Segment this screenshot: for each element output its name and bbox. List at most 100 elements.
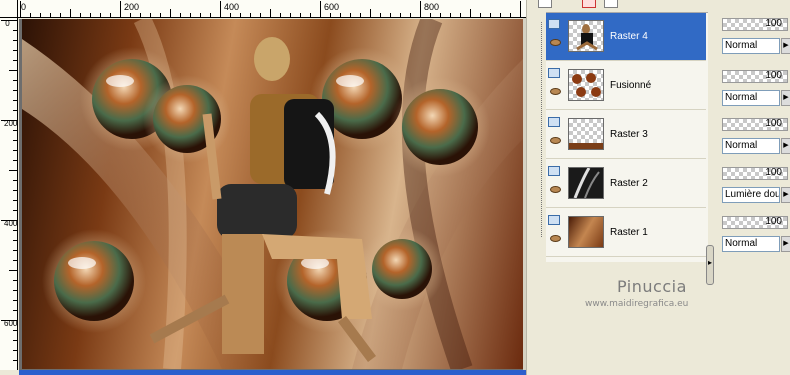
ruler-tick	[13, 340, 17, 341]
chevron-right-icon[interactable]: ▶	[781, 38, 790, 54]
vertical-ruler: 0 200 400 600	[0, 18, 18, 370]
ruler-tick	[350, 13, 351, 17]
ruler-tick	[140, 13, 141, 17]
canvas-artwork[interactable]	[22, 19, 523, 369]
ruler-label: 0	[21, 2, 27, 12]
ruler-tick	[280, 13, 281, 17]
ruler-tick	[240, 13, 241, 17]
blend-mode-select[interactable]: Normal	[722, 236, 780, 252]
layer-visibility-icon[interactable]	[548, 117, 560, 127]
psp-workspace: 0 200 400 600 800 0 200 400 600 Raster 4…	[0, 0, 790, 375]
ruler-tick	[13, 190, 17, 191]
layer-visibility-icon[interactable]	[548, 68, 560, 78]
new-layer-icon[interactable]	[538, 0, 552, 8]
layer-name: Raster 2	[610, 178, 648, 189]
ruler-tick	[270, 9, 271, 17]
eye-icon[interactable]	[550, 137, 561, 144]
ruler-label: 200	[4, 119, 18, 128]
chevron-right-icon[interactable]: ▶	[781, 138, 790, 154]
ruler-tick	[13, 210, 17, 211]
watermark-url: www.maidiregrafica.eu	[585, 299, 689, 309]
ruler-tick	[30, 13, 31, 17]
ruler-tick	[9, 270, 17, 271]
ruler-tick	[230, 13, 231, 17]
ruler-tick	[1, 120, 17, 121]
layer-thumbnail	[568, 118, 604, 150]
ruler-tick	[13, 240, 17, 241]
ruler-tick	[40, 13, 41, 17]
layer-properties: 100 Normal ▶	[720, 68, 790, 110]
chevron-right-icon[interactable]: ▶	[781, 90, 790, 106]
ruler-tick	[110, 13, 111, 17]
canvas-horizontal-scrollbar[interactable]	[19, 370, 526, 375]
delete-layer-icon[interactable]	[582, 0, 596, 8]
opacity-value: 100	[765, 18, 782, 29]
ruler-tick	[9, 170, 17, 171]
ruler-tick	[13, 130, 17, 131]
ruler-tick	[200, 13, 201, 17]
eye-icon[interactable]	[550, 88, 561, 95]
layer-row-fusionne[interactable]: Fusionné	[546, 62, 706, 110]
ruler-tick	[360, 13, 361, 17]
collage-image	[22, 19, 523, 369]
ruler-tick	[190, 13, 191, 17]
layer-visibility-icon[interactable]	[548, 166, 560, 176]
ruler-tick	[300, 13, 301, 17]
ruler-tick	[13, 160, 17, 161]
ruler-tick	[13, 280, 17, 281]
ruler-tick	[90, 13, 91, 17]
ruler-tick	[1, 20, 17, 21]
layer-thumbnail	[568, 216, 604, 248]
opacity-value: 100	[765, 167, 782, 178]
blend-mode-select[interactable]: Normal	[722, 38, 780, 54]
ruler-tick	[13, 30, 17, 31]
ruler-tick	[13, 40, 17, 41]
blend-mode-select[interactable]: Normal	[722, 90, 780, 106]
horizontal-ruler: 0 200 400 600 800	[0, 0, 526, 18]
blend-mode-select[interactable]: Normal	[722, 138, 780, 154]
ruler-tick	[470, 9, 471, 17]
layer-row-raster-2[interactable]: Raster 2	[546, 160, 706, 208]
ruler-tick	[490, 13, 491, 17]
edit-icon[interactable]	[604, 0, 618, 8]
eye-icon[interactable]	[550, 235, 561, 242]
ruler-tick	[13, 90, 17, 91]
opacity-value: 100	[765, 70, 782, 81]
layer-properties: 100 Normal ▶	[720, 214, 790, 256]
ruler-tick	[380, 13, 381, 17]
layer-name: Raster 4	[610, 31, 648, 42]
ruler-tick	[13, 100, 17, 101]
layer-name: Raster 3	[610, 129, 648, 140]
ruler-tick	[13, 140, 17, 141]
ruler-tick	[13, 150, 17, 151]
ruler-tick	[13, 290, 17, 291]
panel-expand-handle[interactable]	[706, 245, 714, 285]
chevron-right-icon[interactable]: ▶	[781, 187, 790, 203]
chevron-right-icon[interactable]: ▶	[781, 236, 790, 252]
layers-list: Raster 4 Fusionné Raster 3 Raster 2 Rast…	[546, 12, 708, 262]
layer-visibility-icon[interactable]	[548, 215, 560, 225]
ruler-label: 600	[324, 2, 340, 12]
eye-icon[interactable]	[550, 39, 561, 46]
ruler-tick	[390, 13, 391, 17]
ruler-tick	[60, 13, 61, 17]
blend-mode-select[interactable]: Lumière douce	[722, 187, 780, 203]
ruler-tick	[210, 13, 211, 17]
layer-row-raster-1[interactable]: Raster 1	[546, 209, 706, 257]
ruler-tick	[50, 13, 51, 17]
ruler-tick	[13, 230, 17, 231]
ruler-tick	[13, 300, 17, 301]
ruler-tick	[100, 13, 101, 17]
layer-visibility-icon[interactable]	[548, 19, 560, 29]
ruler-label: 200	[124, 2, 140, 12]
layer-row-raster-3[interactable]: Raster 3	[546, 111, 706, 159]
ruler-tick	[1, 320, 17, 321]
layer-properties: 100 Lumière douce ▶	[720, 165, 790, 207]
eye-icon[interactable]	[550, 186, 561, 193]
ruler-tick	[340, 13, 341, 17]
ruler-tick	[500, 13, 501, 17]
ruler-tick	[70, 9, 71, 17]
layer-row-raster-4[interactable]: Raster 4	[546, 13, 706, 61]
ruler-tick	[480, 13, 481, 17]
layer-thumbnail	[568, 167, 604, 199]
